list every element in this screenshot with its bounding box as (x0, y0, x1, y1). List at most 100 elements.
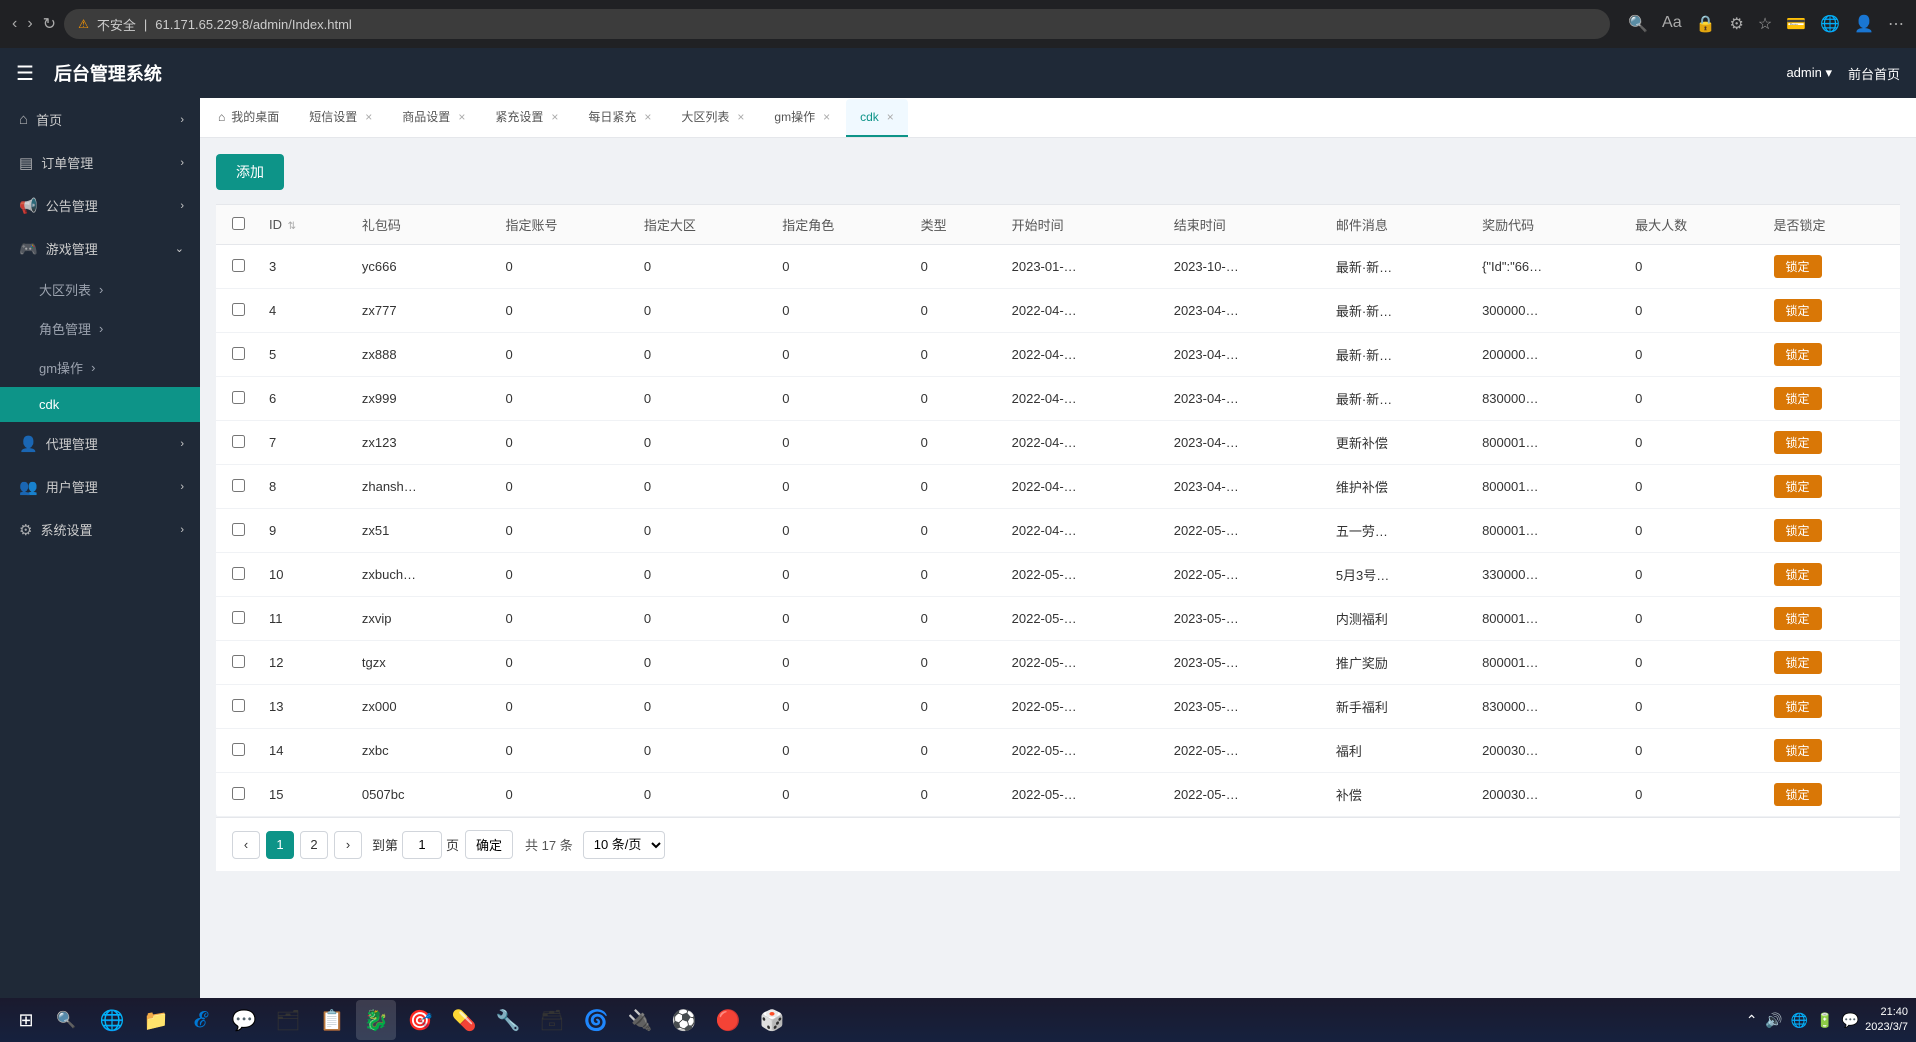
sidebar-item-home[interactable]: ⌂ 首页 › (0, 98, 200, 141)
nav-forward-icon[interactable]: › (27, 15, 32, 33)
tab-recharge-close[interactable]: × (551, 110, 558, 124)
row-checkbox-8[interactable] (232, 479, 245, 492)
browser-settings-icon[interactable]: ⚙ (1730, 14, 1744, 34)
tray-network-icon[interactable]: 🌐 (1791, 1012, 1808, 1029)
tab-regions-close[interactable]: × (737, 110, 744, 124)
lock-button-13[interactable]: 锁定 (1774, 695, 1822, 718)
tray-battery-icon[interactable]: 🔋 (1816, 1012, 1833, 1029)
tab-regions[interactable]: 大区列表 × (667, 99, 758, 137)
row-checkbox-4[interactable] (232, 303, 245, 316)
row-checkbox-6[interactable] (232, 391, 245, 404)
start-button[interactable]: ⊞ (8, 1002, 44, 1038)
lock-button-10[interactable]: 锁定 (1774, 563, 1822, 586)
taskbar-icon-7[interactable]: 🎯 (400, 1000, 440, 1040)
prev-page-button[interactable]: ‹ (232, 831, 260, 859)
tab-gmop-close[interactable]: × (823, 110, 830, 124)
taskbar-icon-14[interactable]: 🔴 (708, 1000, 748, 1040)
goto-input[interactable] (402, 831, 442, 859)
tab-sms-close[interactable]: × (365, 110, 372, 124)
row-checkbox-3[interactable] (232, 259, 245, 272)
lock-button-11[interactable]: 锁定 (1774, 607, 1822, 630)
taskbar-icon-6[interactable]: 🐉 (356, 1000, 396, 1040)
menu-toggle-button[interactable]: ☰ (16, 61, 34, 86)
taskbar-search-button[interactable]: 🔍 (48, 1002, 84, 1038)
tab-gmop[interactable]: gm操作 × (760, 99, 844, 137)
taskbar-icon-1[interactable]: 🌐 (92, 1000, 132, 1040)
lock-button-4[interactable]: 锁定 (1774, 299, 1822, 322)
tab-daily[interactable]: 每日紧充 × (574, 99, 665, 137)
goto-confirm-button[interactable]: 确定 (465, 830, 513, 859)
tab-goods[interactable]: 商品设置 × (388, 99, 479, 137)
taskbar-icon-15[interactable]: 🎲 (752, 1000, 792, 1040)
row-checkbox-5[interactable] (232, 347, 245, 360)
page-2-button[interactable]: 2 (300, 831, 328, 859)
sidebar-item-gm[interactable]: gm操作 › (0, 348, 200, 387)
row-checkbox-14[interactable] (232, 743, 245, 756)
admin-user-button[interactable]: admin ▾ (1786, 65, 1832, 81)
browser-favorite-icon[interactable]: ☆ (1758, 14, 1772, 34)
browser-nav[interactable]: ‹ › ↻ (12, 14, 56, 34)
sidebar-item-cdk[interactable]: cdk (0, 387, 200, 422)
sidebar-item-games[interactable]: 🎮 游戏管理 ⌄ (0, 227, 200, 270)
page-size-select[interactable]: 10 条/页 20 条/页 50 条/页 (583, 831, 665, 859)
taskbar-icon-10[interactable]: 🗃 (532, 1000, 572, 1040)
add-cdk-button[interactable]: 添加 (216, 154, 284, 190)
taskbar-icon-2[interactable]: 📁 (136, 1000, 176, 1040)
lock-button-5[interactable]: 锁定 (1774, 343, 1822, 366)
row-checkbox-9[interactable] (232, 523, 245, 536)
sidebar-item-users[interactable]: 👥 用户管理 › (0, 465, 200, 508)
tab-cdk[interactable]: cdk × (846, 99, 908, 137)
sidebar-item-roles[interactable]: 角色管理 › (0, 309, 200, 348)
browser-edge-icon[interactable]: 🌐 (1820, 14, 1840, 34)
browser-search-icon[interactable]: 🔍 (1628, 14, 1648, 34)
lock-button-14[interactable]: 锁定 (1774, 739, 1822, 762)
sort-icon[interactable]: ⇅ (288, 221, 296, 232)
sidebar-item-announcements[interactable]: 📢 公告管理 › (0, 184, 200, 227)
taskbar-icon-4[interactable]: 🗂 (268, 1000, 308, 1040)
lock-button-3[interactable]: 锁定 (1774, 255, 1822, 278)
lock-button-6[interactable]: 锁定 (1774, 387, 1822, 410)
taskbar-icon-9[interactable]: 🔧 (488, 1000, 528, 1040)
row-checkbox-12[interactable] (232, 655, 245, 668)
tray-volume-icon[interactable]: 🔊 (1765, 1012, 1782, 1029)
row-checkbox-15[interactable] (232, 787, 245, 800)
tab-goods-close[interactable]: × (458, 110, 465, 124)
row-checkbox-10[interactable] (232, 567, 245, 580)
tray-chat-icon[interactable]: 💬 (1842, 1012, 1859, 1029)
tab-sms[interactable]: 短信设置 × (295, 99, 386, 137)
taskbar-icon-wechat[interactable]: 💬 (224, 1000, 264, 1040)
tab-daily-close[interactable]: × (644, 110, 651, 124)
browser-profile-icon[interactable]: 👤 (1854, 14, 1874, 34)
browser-right-icons[interactable]: 🔍 Aa 🔒 ⚙ ☆ 💳 🌐 👤 ⋯ (1628, 14, 1904, 34)
lock-button-9[interactable]: 锁定 (1774, 519, 1822, 542)
next-page-button[interactable]: › (334, 831, 362, 859)
tab-home[interactable]: ⌂ 我的桌面 (204, 99, 293, 137)
address-bar[interactable]: ⚠ 不安全 | 61.171.65.229:8/admin/Index.html (64, 9, 1610, 39)
sidebar-item-orders[interactable]: ▤ 订单管理 › (0, 141, 200, 184)
taskbar-icon-5[interactable]: 📋 (312, 1000, 352, 1040)
tray-arrow-icon[interactable]: ⌃ (1746, 1012, 1758, 1029)
sidebar-item-settings[interactable]: ⚙ 系统设置 › (0, 508, 200, 551)
sidebar-item-regions[interactable]: 大区列表 › (0, 270, 200, 309)
browser-read-icon[interactable]: Aa (1662, 14, 1682, 34)
lock-button-12[interactable]: 锁定 (1774, 651, 1822, 674)
lock-button-7[interactable]: 锁定 (1774, 431, 1822, 454)
row-checkbox-11[interactable] (232, 611, 245, 624)
row-checkbox-13[interactable] (232, 699, 245, 712)
browser-security-icon[interactable]: 🔒 (1696, 14, 1716, 34)
taskbar-icon-edge[interactable]: 𝓔 (180, 1000, 220, 1040)
lock-button-8[interactable]: 锁定 (1774, 475, 1822, 498)
lock-button-15[interactable]: 锁定 (1774, 783, 1822, 806)
taskbar-icon-8[interactable]: 💊 (444, 1000, 484, 1040)
row-checkbox-7[interactable] (232, 435, 245, 448)
sidebar-item-agents[interactable]: 👤 代理管理 › (0, 422, 200, 465)
nav-back-icon[interactable]: ‹ (12, 15, 17, 33)
page-1-button[interactable]: 1 (266, 831, 294, 859)
front-page-button[interactable]: 前台首页 (1848, 64, 1900, 83)
taskbar-time-display[interactable]: 21:40 2023/3/7 (1865, 1005, 1908, 1036)
nav-refresh-icon[interactable]: ↻ (43, 14, 56, 34)
tab-recharge[interactable]: 紧充设置 × (481, 99, 572, 137)
taskbar-icon-12[interactable]: 🔌 (620, 1000, 660, 1040)
browser-wallet-icon[interactable]: 💳 (1786, 14, 1806, 34)
browser-more-icon[interactable]: ⋯ (1888, 14, 1904, 34)
